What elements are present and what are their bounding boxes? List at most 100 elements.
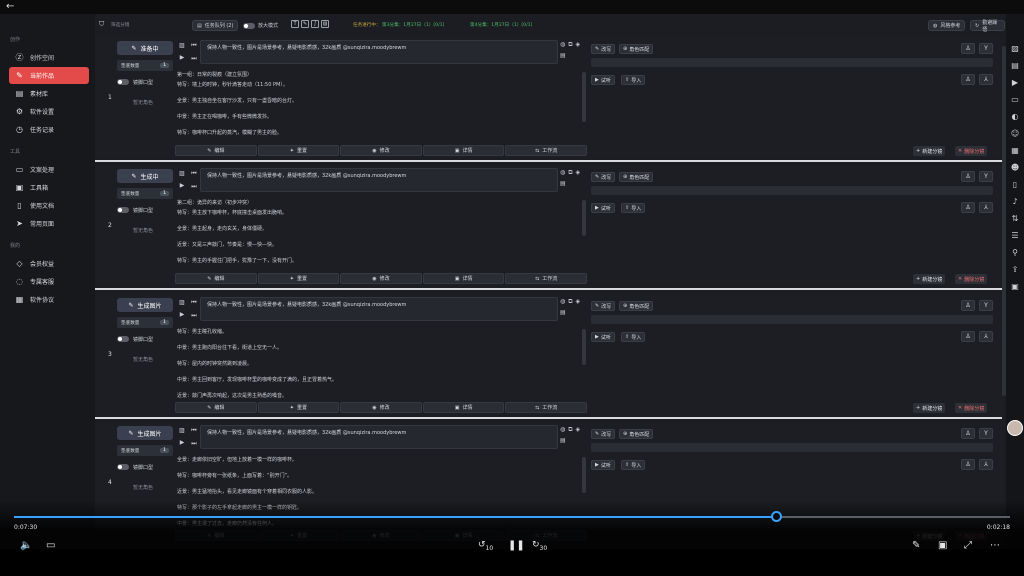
- gallery-icon[interactable]: ▤: [1011, 61, 1019, 70]
- action-button-sparkle[interactable]: ✦重置: [257, 402, 340, 413]
- paste-icon[interactable]: ▤: [560, 180, 566, 187]
- rewrite-button[interactable]: ✎ 改写: [591, 429, 616, 439]
- layers-icon[interactable]: ◈: [576, 41, 581, 49]
- new-shot-button[interactable]: +新建分镜: [913, 274, 946, 284]
- description-scrollbar[interactable]: [582, 329, 586, 365]
- last-frame-icon[interactable]: ⏭: [191, 312, 196, 320]
- sidebar-item-current-work[interactable]: ✎ 当前作品: [9, 67, 89, 84]
- tree-icon[interactable]: ⚲: [1012, 248, 1018, 257]
- palette-icon[interactable]: ◍: [560, 298, 565, 306]
- filter-input[interactable]: 筛选分镜: [111, 22, 129, 28]
- help-button[interactable]: ↻ 勤避躁悟: [970, 20, 1005, 33]
- sub-count-chip[interactable]: 垫底数量 1: [117, 317, 173, 328]
- copy-icon[interactable]: ⧉: [568, 426, 572, 434]
- new-shot-button[interactable]: +新建分镜: [913, 403, 946, 413]
- subtitles-icon[interactable]: ▭: [46, 540, 55, 551]
- prompt-field[interactable]: 保持人物一致性，图片是场景参考，悬疑电影质感，32k画质 @sunqizira.…: [200, 40, 558, 64]
- palette-icon[interactable]: ◍: [560, 426, 565, 434]
- first-frame-icon[interactable]: ⏮: [191, 170, 196, 178]
- action-button-workflow[interactable]: ⇆工作流: [505, 402, 587, 413]
- style-reference-button[interactable]: ◍ 风格参考: [928, 20, 966, 31]
- sidebar-item-support[interactable]: ◌ 专属客服: [9, 273, 89, 290]
- status-button[interactable]: ✎ 生成中: [117, 169, 173, 183]
- pause-icon[interactable]: ❚❚: [508, 540, 525, 551]
- layers-icon[interactable]: ◈: [576, 169, 581, 177]
- role-match-button[interactable]: ⊕ 角色匹配: [619, 172, 654, 182]
- paste-icon[interactable]: ▤: [560, 437, 566, 444]
- back-arrow-icon[interactable]: ←: [6, 1, 14, 12]
- speaker-button[interactable]: ♙: [961, 43, 975, 54]
- action-button-detail[interactable]: ▣详情: [422, 402, 505, 413]
- import-button[interactable]: ⇪ 导入: [621, 75, 646, 85]
- copy-icon[interactable]: ⧉: [568, 298, 572, 306]
- sidebar-item-create-space[interactable]: Ⓩ 创作空间: [9, 49, 89, 66]
- mini-player-icon[interactable]: ▣: [938, 540, 947, 551]
- status-button[interactable]: ✎ 生成图片: [117, 298, 173, 312]
- draw-mode-icon[interactable]: ∫: [311, 20, 319, 28]
- paste-icon[interactable]: ▤: [560, 52, 566, 59]
- description-scrollbar[interactable]: [582, 72, 586, 122]
- voice-split-button[interactable]: ⅄: [979, 331, 993, 342]
- sidebar-item-library[interactable]: ▤ 素材库: [9, 85, 89, 102]
- copy-icon[interactable]: ⧉: [568, 41, 572, 49]
- status-button[interactable]: ✎ 生成图片: [117, 426, 173, 440]
- action-button-detail[interactable]: ▣详情: [422, 273, 505, 284]
- audition-button[interactable]: ▶ 试听: [591, 332, 615, 342]
- sub-count-chip[interactable]: 垫底数量 1: [117, 188, 173, 199]
- first-frame-icon[interactable]: ⏮: [191, 299, 196, 307]
- image-icon[interactable]: ▨: [179, 42, 185, 49]
- sidebar-item-task-history[interactable]: ◷ 任务记录: [9, 121, 89, 138]
- rewrite-button[interactable]: ✎ 改写: [591, 172, 616, 182]
- effects-button[interactable]: Y: [979, 43, 993, 54]
- video-icon[interactable]: ▶: [1012, 78, 1018, 87]
- action-button-sparkle[interactable]: ✦重置: [257, 145, 340, 156]
- video-icon[interactable]: ▶: [180, 182, 185, 189]
- video-icon[interactable]: ▶: [180, 54, 185, 61]
- voice-split-button[interactable]: ⅄: [979, 202, 993, 213]
- sidebar-item-agreement[interactable]: ▦ 软件协议: [9, 291, 89, 308]
- palette-icon[interactable]: ◍: [560, 41, 565, 49]
- seek-bar[interactable]: [14, 511, 1010, 522]
- comment-icon[interactable]: ▣: [1011, 282, 1019, 291]
- sliders-icon[interactable]: ☰: [1011, 231, 1018, 240]
- action-button-sparkle[interactable]: ✦重置: [257, 273, 340, 284]
- text-mode-icon[interactable]: T: [291, 20, 299, 28]
- people-icon[interactable]: ☻: [1011, 163, 1019, 172]
- effects-button[interactable]: Y: [979, 428, 993, 439]
- first-frame-icon[interactable]: ⏮: [191, 42, 196, 50]
- video-icon[interactable]: ▶: [180, 311, 185, 318]
- description-scrollbar[interactable]: [582, 457, 586, 493]
- image-icon[interactable]: ▨: [179, 170, 185, 177]
- action-button-edit[interactable]: ✎编辑: [175, 402, 257, 413]
- sidebar-item-copywriting[interactable]: ▭ 文案处理: [9, 161, 89, 178]
- sidebar-item-membership[interactable]: ◇ 会员权益: [9, 255, 89, 272]
- rewind-icon[interactable]: ↺10: [478, 540, 493, 552]
- edit-mode-icon[interactable]: ✎: [301, 20, 309, 28]
- battery-icon[interactable]: ▯: [1013, 180, 1017, 189]
- shot-description[interactable]: 第二组：诡异的来访（初步冲突） 特写：男主放下咖啡杯，杯底撞击桌面发出脆响。 全景：…: [175, 196, 585, 282]
- last-frame-icon[interactable]: ⏭: [191, 183, 196, 191]
- sidebar-item-common-pages[interactable]: ➤ 常用页面: [9, 215, 89, 232]
- sidebar-item-docs[interactable]: ▯ 使用文档: [9, 197, 89, 214]
- rewrite-button[interactable]: ✎ 改写: [591, 44, 616, 54]
- layers-icon[interactable]: ▦: [1011, 146, 1019, 155]
- video-icon[interactable]: ▶: [180, 439, 185, 446]
- shot-description[interactable]: 特写：男主瞳孔收缩。 中景：男主跑向阳台往下看，街道上空无一人。 特写：屋内的时钟突…: [175, 325, 585, 411]
- sound-icon[interactable]: ◐: [1012, 112, 1019, 121]
- voice-speaker-button[interactable]: ♙: [961, 331, 975, 342]
- sidebar-item-toolbox[interactable]: ▣ 工具箱: [9, 179, 89, 196]
- frame-icon[interactable]: ▭: [1011, 95, 1019, 104]
- task-queue-button[interactable]: ▤ 任务队列 (2): [192, 20, 239, 31]
- palette-icon[interactable]: ◍: [560, 169, 565, 177]
- speaker-button[interactable]: ♙: [961, 428, 975, 439]
- import-button[interactable]: ⇪ 导入: [621, 460, 646, 470]
- avatar[interactable]: [1007, 420, 1023, 436]
- voice-text-bar[interactable]: [591, 443, 993, 452]
- audition-button[interactable]: ▶ 试听: [591, 75, 615, 85]
- voice-split-button[interactable]: ⅄: [979, 74, 993, 85]
- lip-sync-toggle[interactable]: 镜脚口型: [117, 335, 177, 343]
- action-button-eye[interactable]: ◉修改: [340, 273, 422, 284]
- audition-button[interactable]: ▶ 试听: [591, 203, 615, 213]
- last-frame-icon[interactable]: ⏭: [191, 440, 196, 448]
- audition-button[interactable]: ▶ 试听: [591, 460, 615, 470]
